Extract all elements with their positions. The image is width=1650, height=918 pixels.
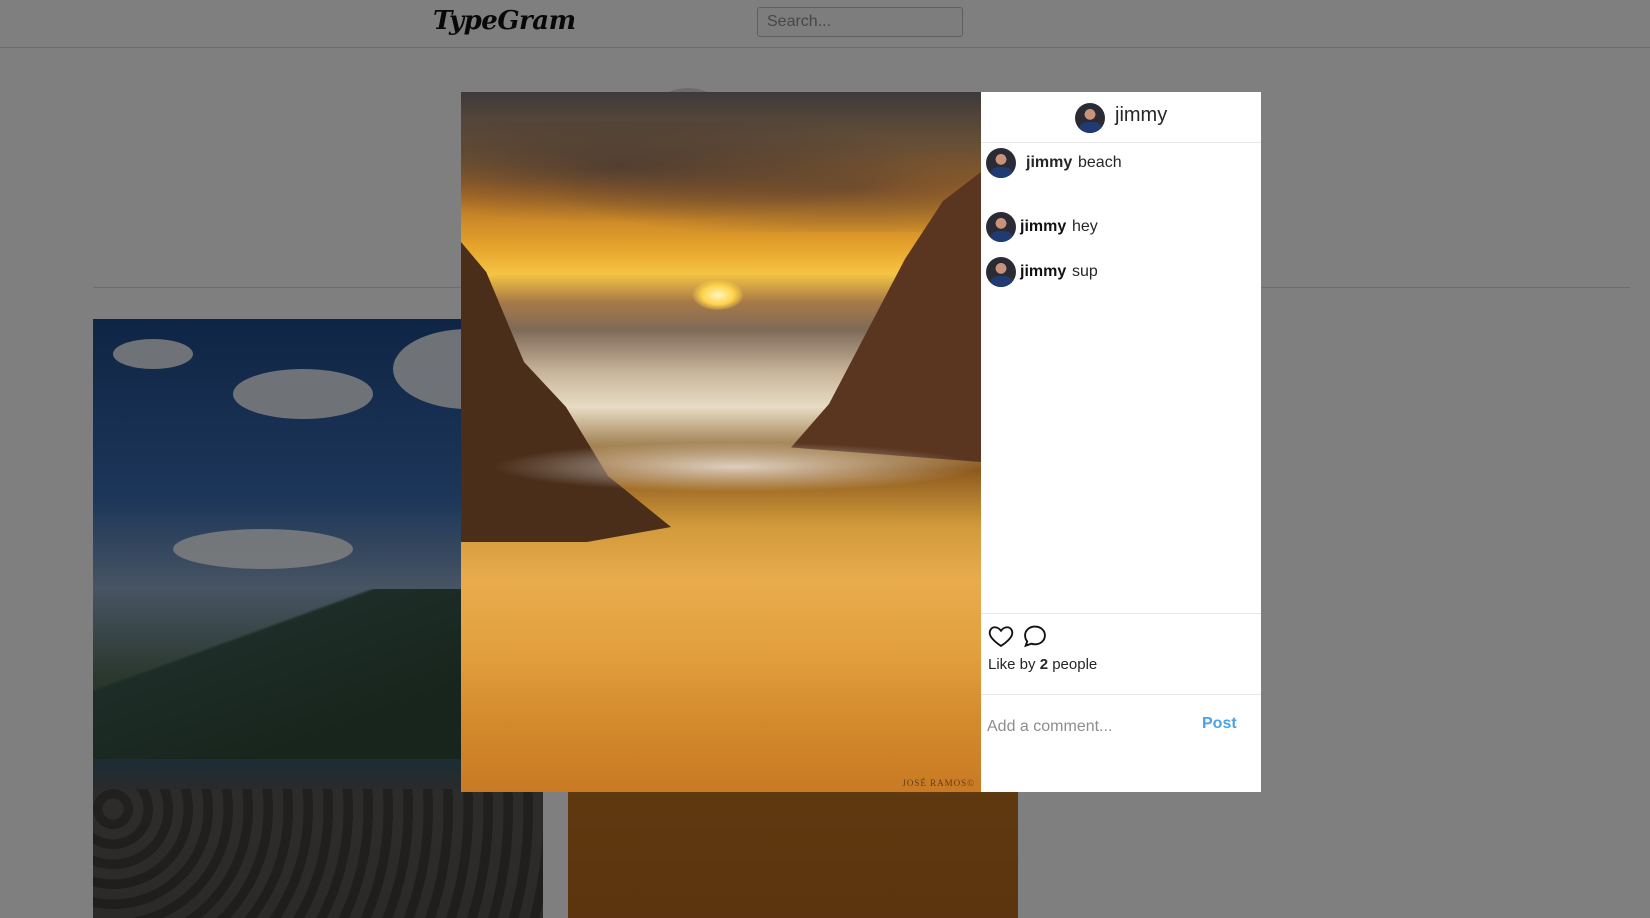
comment-text: sup [1072, 263, 1098, 280]
wave-foam [491, 442, 981, 492]
sky-clouds [461, 122, 981, 232]
heart-icon[interactable] [987, 622, 1015, 650]
caption-avatar[interactable] [986, 148, 1016, 178]
likes-prefix: Like by [988, 656, 1036, 673]
likes-summary: Like by 2 people [988, 656, 1097, 673]
post-comment-button[interactable]: Post [1202, 715, 1237, 733]
image-credit: JOSÉ RAMOS© [902, 778, 975, 788]
comment-input[interactable] [985, 711, 1189, 743]
comment-form: Post [981, 695, 1261, 755]
likes-suffix: people [1052, 656, 1098, 673]
likes-count[interactable]: 2 [1040, 656, 1048, 673]
author-avatar[interactable] [1075, 103, 1105, 133]
post-header: jimmy [981, 92, 1261, 143]
sun-shape [693, 280, 743, 310]
caption-row: jimmy beach [986, 148, 1256, 178]
comment-item: jimmy hey [986, 212, 1256, 242]
post-sidebar: jimmy jimmy beach jimmy hey jimmy sup Li… [981, 92, 1261, 792]
post-modal: JOSÉ RAMOS© jimmy jimmy beach jimmy hey … [461, 92, 1261, 792]
comment-avatar[interactable] [986, 212, 1016, 242]
comment-text: hey [1072, 218, 1098, 235]
post-actions: Like by 2 people [981, 613, 1261, 695]
author-username[interactable]: jimmy [1115, 104, 1167, 127]
post-image: JOSÉ RAMOS© [461, 92, 981, 792]
caption-text: beach [1078, 154, 1122, 171]
comment-item: jimmy sup [986, 257, 1256, 287]
comment-username[interactable]: jimmy [1020, 263, 1066, 281]
left-cliff [461, 242, 671, 542]
comment-avatar[interactable] [986, 257, 1016, 287]
caption-username[interactable]: jimmy [1026, 154, 1072, 172]
comment-username[interactable]: jimmy [1020, 218, 1066, 236]
speech-bubble-icon[interactable] [1021, 622, 1049, 650]
